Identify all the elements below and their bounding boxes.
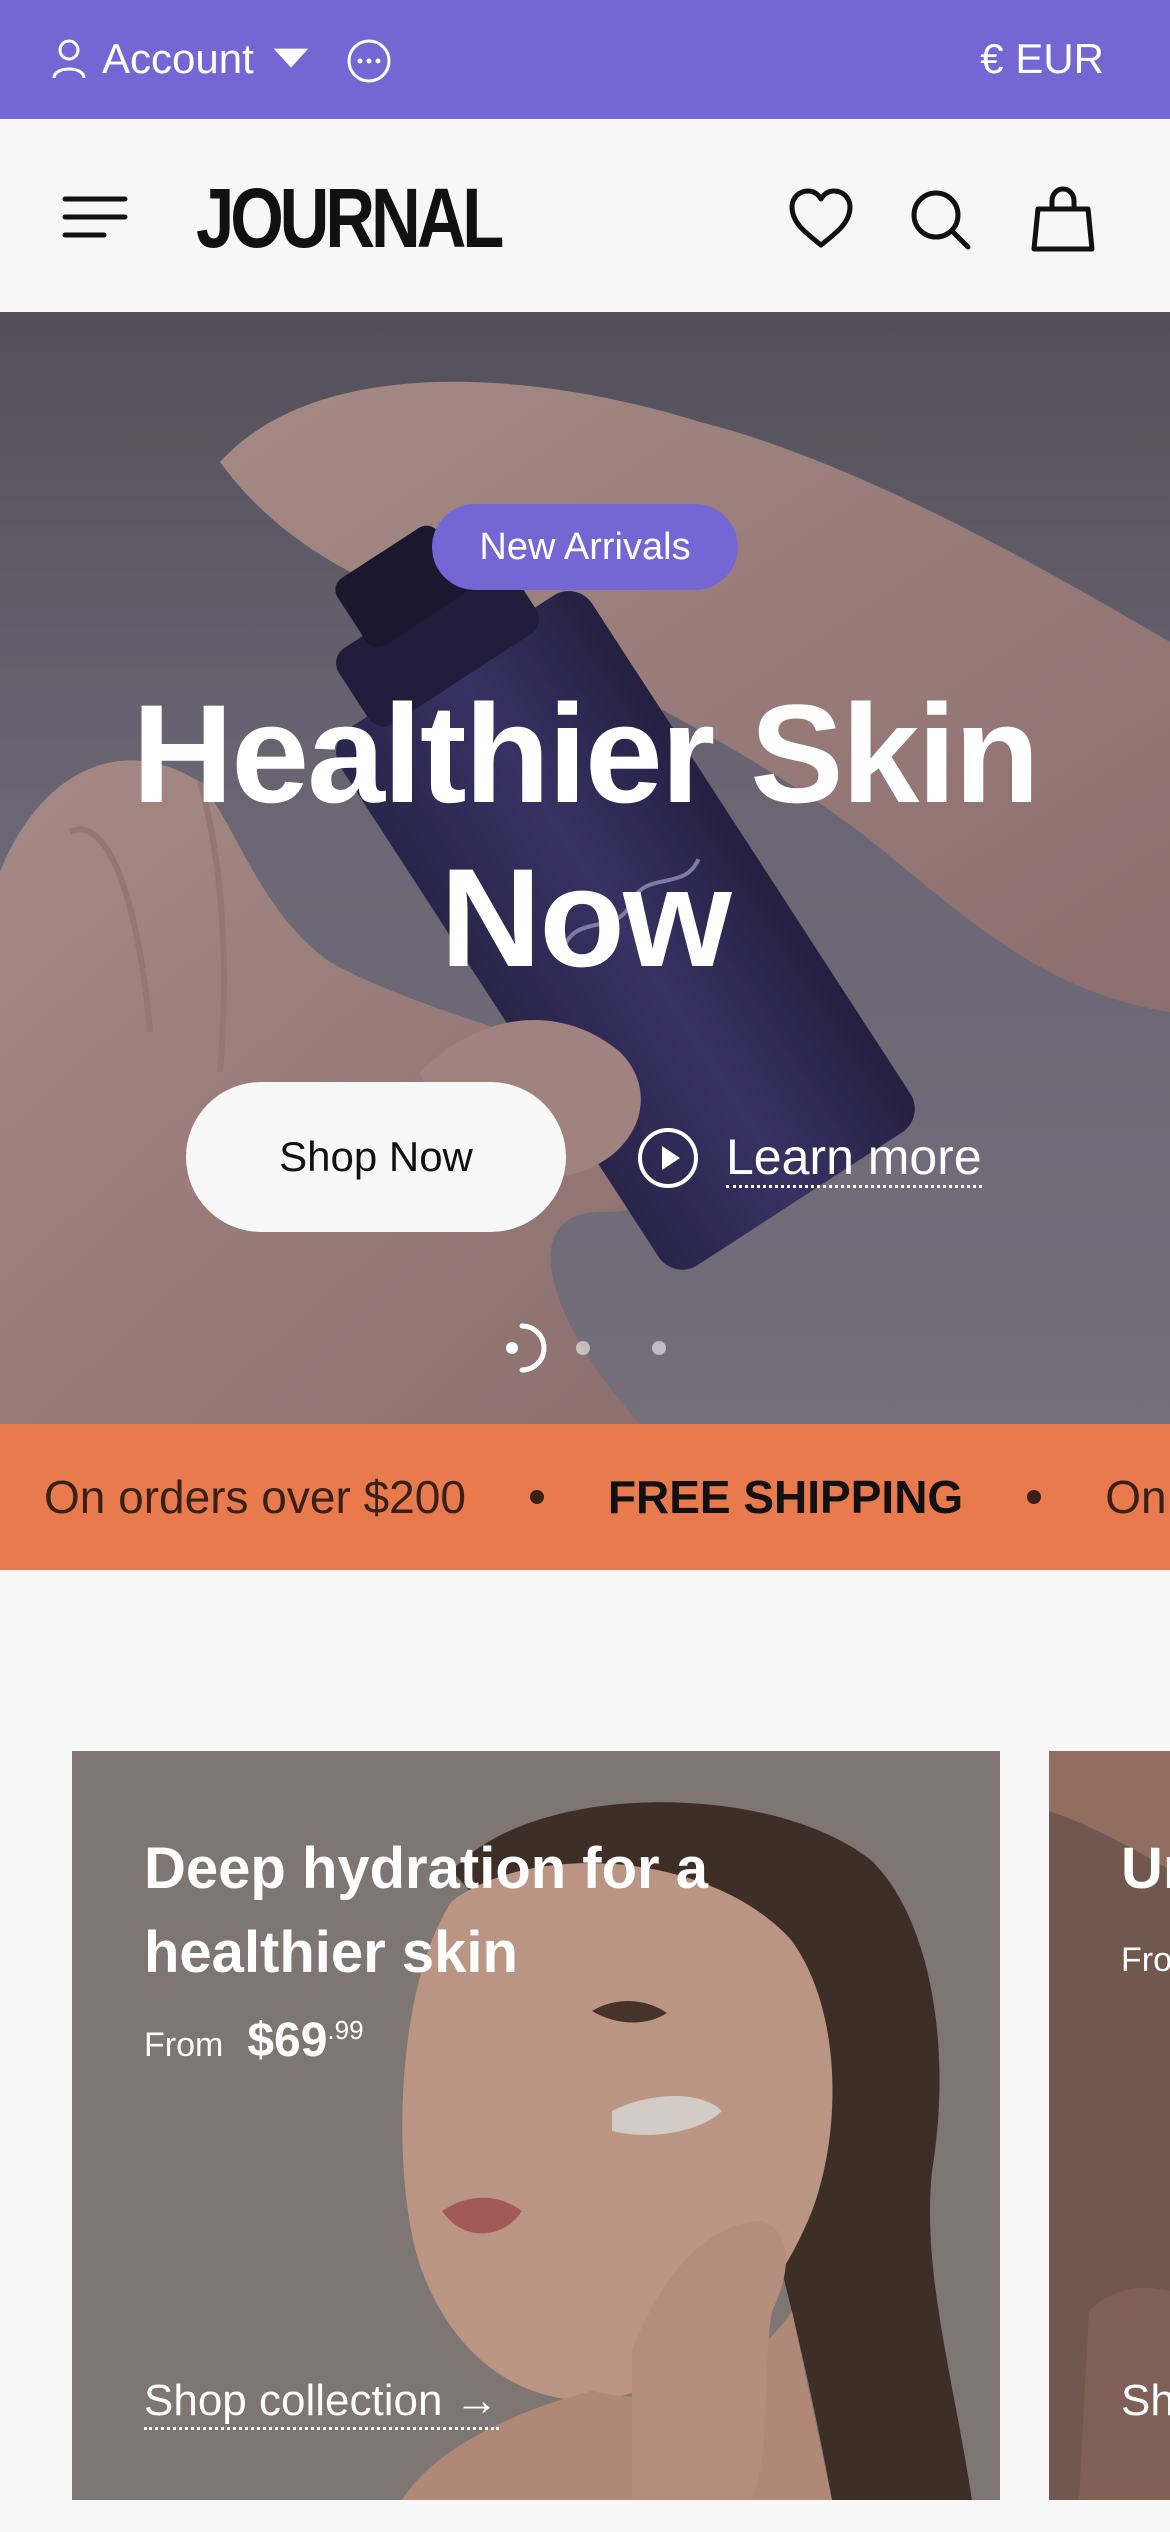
learn-more-label: Learn more (726, 1129, 982, 1188)
free-shipping-marquee: On orders over $200 FREE SHIPPING On c (0, 1424, 1170, 1570)
marquee-text: On c (1105, 1471, 1170, 1523)
site-header: JOURNAL (0, 119, 1170, 312)
account-menu[interactable]: Account (50, 30, 310, 88)
price-amount: $69.99 (247, 2013, 363, 2068)
slider-pagination (494, 1320, 666, 1376)
account-label: Account (102, 35, 254, 82)
search-icon[interactable] (906, 185, 976, 253)
collection-title: Ur (1121, 1836, 1170, 1901)
shop-now-button[interactable]: Shop Now (186, 1082, 566, 1232)
slide-dot-2[interactable] (576, 1341, 590, 1355)
caret-down-icon (273, 48, 309, 68)
collection-title: Deep hydration for a healthier skin (144, 1836, 708, 1985)
price-from-label: Fro (1121, 1941, 1170, 1979)
top-utility-bar: Account € EUR (0, 0, 1170, 119)
learn-more-link[interactable]: Learn more (636, 1120, 982, 1196)
marquee-separator (1027, 1490, 1042, 1504)
hamburger-menu-icon[interactable] (62, 193, 128, 241)
collection-price: From $69.99 (144, 2013, 364, 2068)
price-cents: .99 (327, 2015, 364, 2045)
hero-title: Healthier Skin Now (132, 675, 1040, 996)
heart-icon[interactable] (786, 185, 856, 253)
shop-collection-link[interactable]: Shop collection → (144, 2375, 499, 2430)
price-dollars: $69 (247, 2014, 328, 2067)
logo[interactable]: JOURNAL (196, 173, 504, 263)
slide-dot-3[interactable] (652, 1341, 666, 1355)
marquee-separator (529, 1490, 544, 1504)
new-arrivals-badge: New Arrivals (432, 504, 738, 590)
marquee-highlight: FREE SHIPPING (607, 1471, 964, 1523)
shop-collection-link[interactable]: Sh (1121, 2375, 1170, 2427)
more-icon[interactable] (346, 38, 392, 84)
collection-card[interactable]: Deep hydration for a healthier skin From… (72, 1751, 1000, 2500)
hero-banner: New Arrivals Healthier Skin Now Shop Now… (0, 312, 1170, 1424)
price-from-label: From (144, 2026, 224, 2064)
user-icon (52, 39, 86, 79)
currency-selector[interactable]: € EUR (980, 30, 1104, 88)
slide-progress-icon[interactable] (494, 1320, 550, 1376)
play-circle-icon (638, 1128, 698, 1188)
marquee-text: On orders over $200 (44, 1471, 466, 1523)
collection-card[interactable]: Ur Fro Sh (1049, 1751, 1170, 2500)
shopping-bag-icon[interactable] (1028, 185, 1098, 253)
